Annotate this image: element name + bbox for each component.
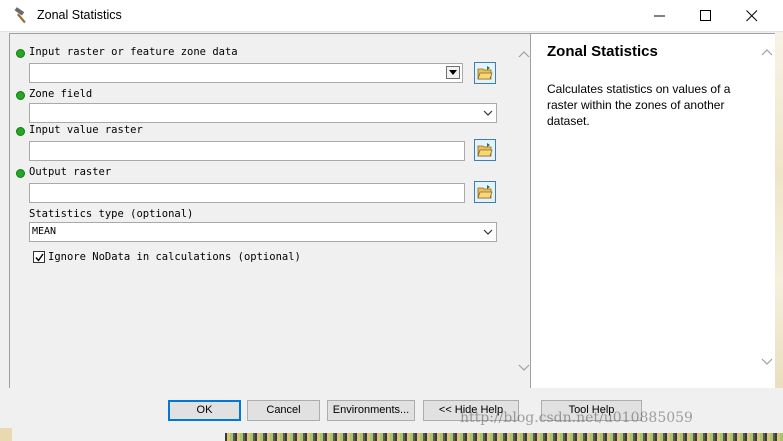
triangle-down-icon bbox=[449, 70, 457, 75]
input-value-browse-button[interactable] bbox=[474, 139, 496, 161]
environments-button[interactable]: Environments... bbox=[327, 400, 415, 421]
window-title: Zonal Statistics bbox=[37, 8, 122, 22]
background-map-strip bbox=[225, 433, 783, 441]
output-raster-browse-button[interactable] bbox=[474, 181, 496, 203]
chevron-up-icon[interactable] bbox=[518, 50, 530, 58]
maximize-icon bbox=[700, 10, 711, 21]
input-zone-browse-button[interactable] bbox=[474, 62, 496, 84]
input-value-label: Input value raster bbox=[29, 124, 143, 136]
cancel-button[interactable]: Cancel bbox=[247, 400, 320, 421]
help-pane: Zonal Statistics Calculates statistics o… bbox=[530, 33, 776, 389]
help-title: Zonal Statistics bbox=[547, 43, 658, 60]
output-raster-field[interactable] bbox=[29, 183, 465, 203]
ignore-nodata-label[interactable]: Ignore NoData in calculations (optional) bbox=[48, 251, 301, 263]
help-scrollbar[interactable] bbox=[760, 40, 774, 380]
background-map-corner bbox=[0, 428, 12, 441]
required-indicator-icon bbox=[16, 127, 25, 136]
parameters-scrollbar[interactable] bbox=[517, 42, 531, 382]
output-raster-label: Output raster bbox=[29, 166, 112, 178]
input-value-field[interactable] bbox=[29, 141, 465, 161]
chevron-down-icon bbox=[483, 229, 493, 235]
folder-open-icon bbox=[477, 66, 493, 80]
stats-type-select[interactable]: MEAN bbox=[29, 222, 497, 242]
dialog-button-bar: OK Cancel Environments... << Hide Help T… bbox=[0, 388, 783, 441]
required-indicator-icon bbox=[16, 49, 25, 58]
input-zone-dropdown-button[interactable] bbox=[446, 66, 460, 79]
title-bar: Zonal Statistics bbox=[0, 0, 783, 32]
close-icon bbox=[746, 10, 758, 22]
stats-type-label: Statistics type (optional) bbox=[29, 208, 194, 220]
hammer-icon bbox=[14, 7, 26, 24]
minimize-button[interactable] bbox=[637, 0, 683, 31]
help-description: Calculates statistics on values of a ras… bbox=[547, 82, 731, 128]
input-zone-combobox[interactable] bbox=[29, 63, 463, 83]
input-zone-label: Input raster or feature zone data bbox=[29, 46, 238, 58]
chevron-up-icon[interactable] bbox=[761, 48, 773, 56]
watermark-text: http://blog.csdn.net/u010885059 bbox=[460, 410, 693, 426]
chevron-down-icon bbox=[483, 110, 493, 116]
ignore-nodata-checkbox[interactable] bbox=[33, 251, 45, 263]
stats-type-value: MEAN bbox=[32, 226, 57, 237]
folder-open-icon bbox=[477, 143, 493, 157]
zone-field-dropdown-button[interactable] bbox=[478, 104, 496, 122]
zone-field-select[interactable] bbox=[29, 103, 497, 123]
parameters-pane: Input raster or feature zone data Zone f… bbox=[9, 33, 530, 389]
checkmark-icon bbox=[35, 253, 44, 262]
required-indicator-icon bbox=[16, 169, 25, 178]
stats-type-dropdown-button[interactable] bbox=[478, 223, 496, 241]
maximize-button[interactable] bbox=[683, 0, 729, 31]
required-indicator-icon bbox=[16, 91, 25, 100]
zone-field-label: Zone field bbox=[29, 88, 93, 100]
close-button[interactable] bbox=[729, 0, 775, 31]
background-map-edge bbox=[775, 33, 783, 388]
minimize-icon bbox=[654, 15, 665, 17]
ok-button[interactable]: OK bbox=[168, 400, 241, 421]
folder-open-icon bbox=[477, 185, 493, 199]
chevron-down-icon[interactable] bbox=[761, 358, 773, 366]
chevron-down-icon[interactable] bbox=[518, 364, 530, 372]
